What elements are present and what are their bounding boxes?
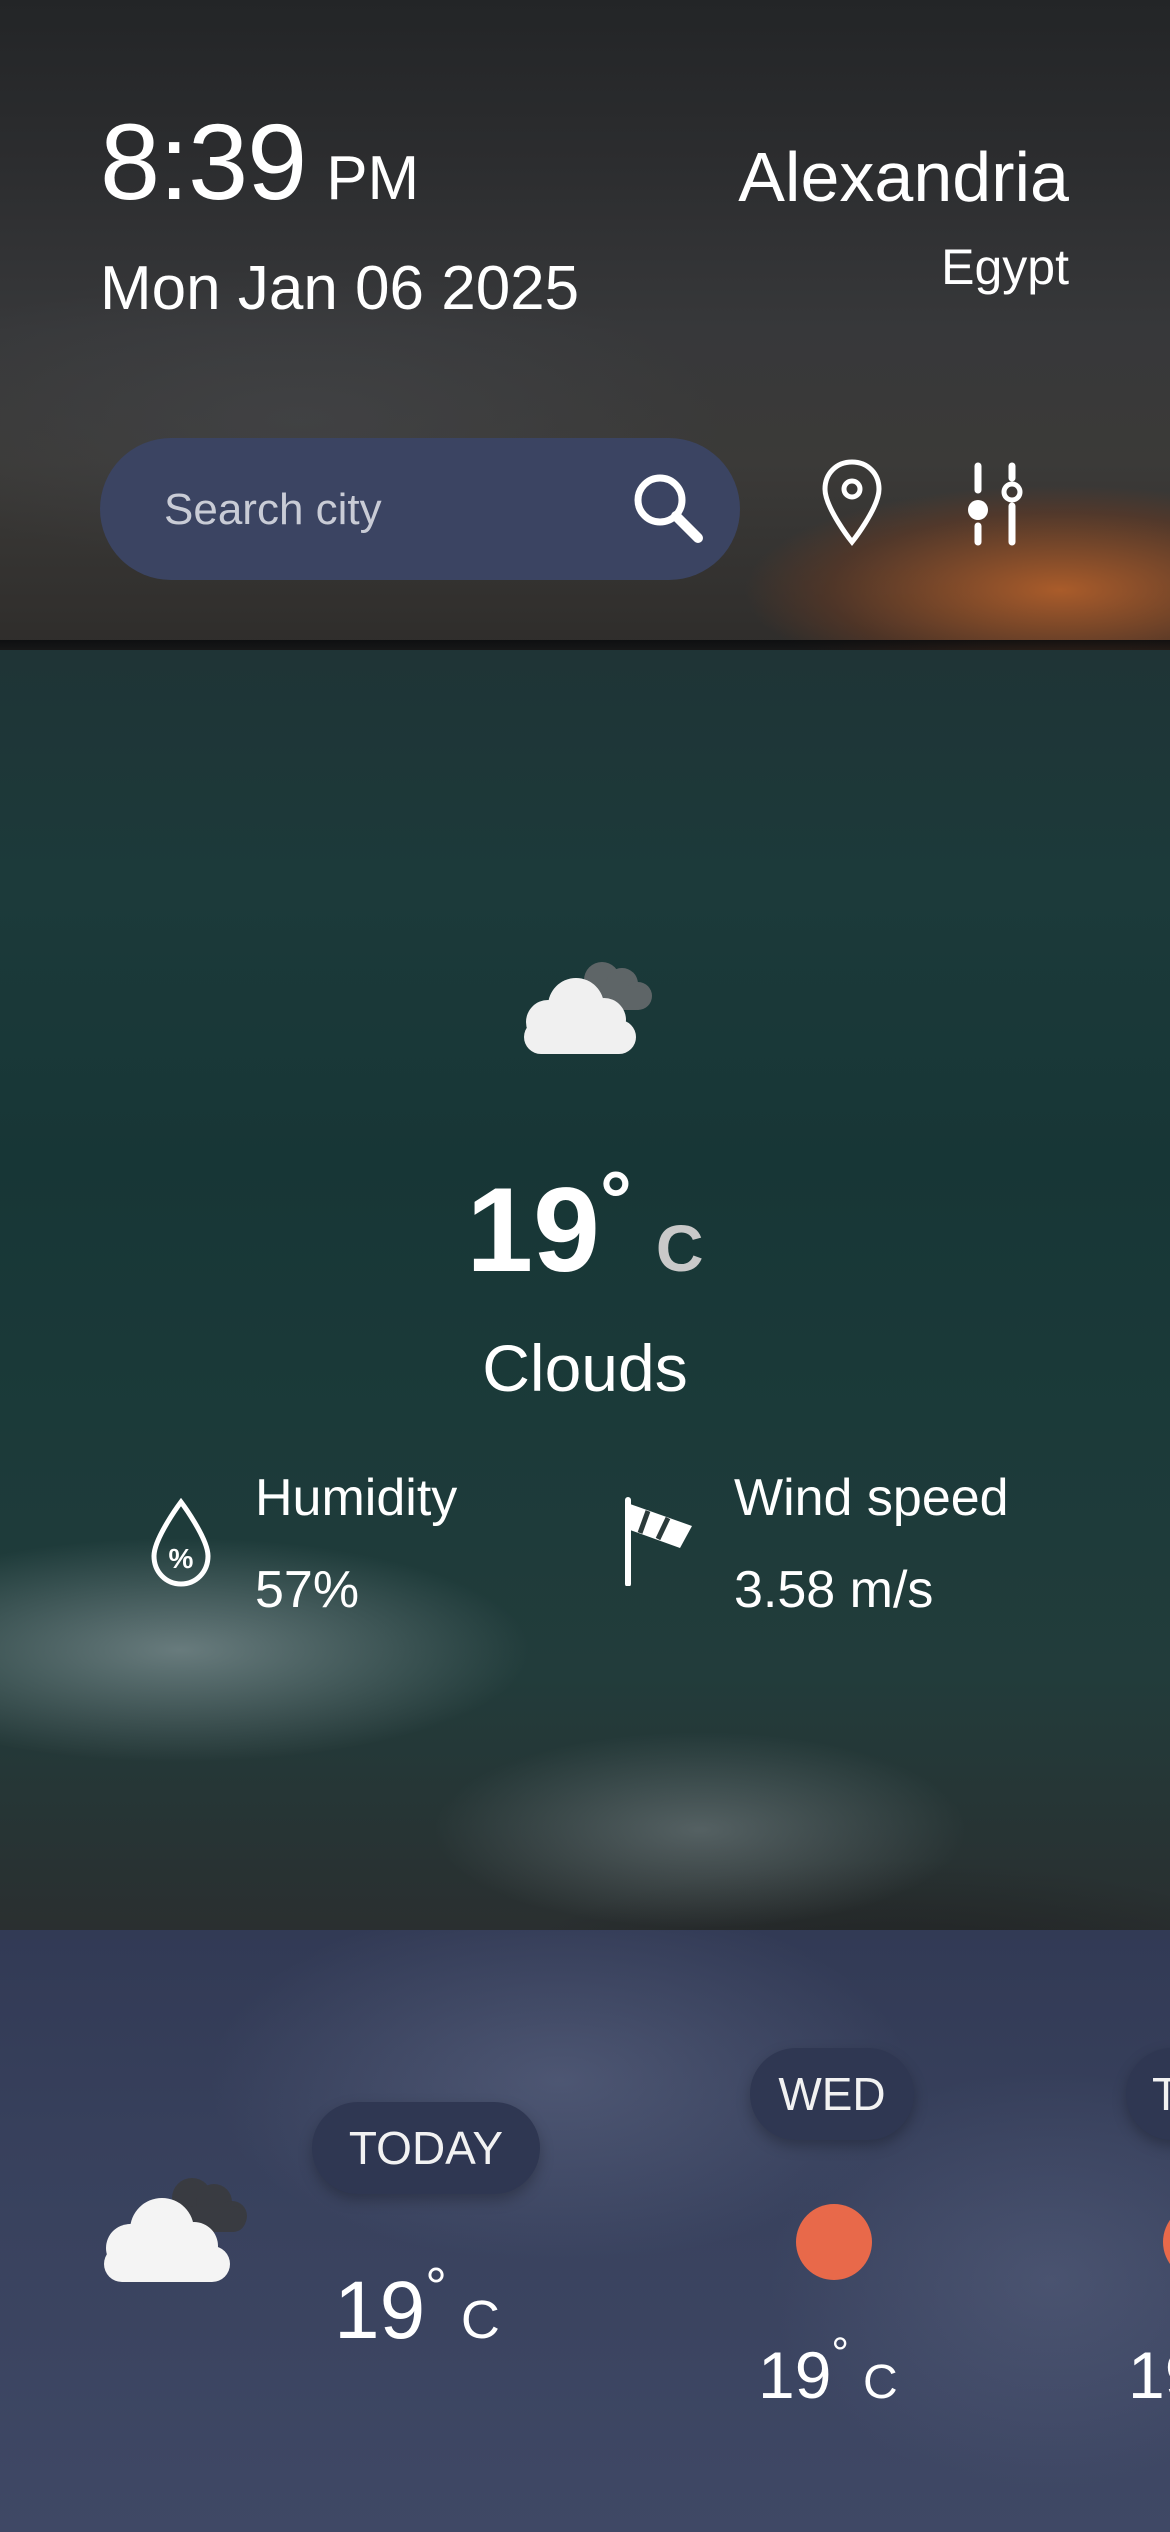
temperature-value: 19 <box>466 1163 600 1297</box>
humidity-drop-icon: % <box>148 1497 214 1588</box>
degree-symbol: ° <box>599 1155 632 1244</box>
forecast-temp-unit: C <box>863 2356 898 2409</box>
forecast-panel: TODAY 19°C WED 19°C T 19 <box>0 1930 1170 2532</box>
wind-speed-value: 3.58 m/s <box>734 1561 934 1619</box>
forecast-temp-value: 19 <box>758 2338 832 2412</box>
search-bar <box>100 438 740 580</box>
humidity-value: 57% <box>255 1561 360 1619</box>
current-date: Mon Jan 06 2025 <box>100 254 580 323</box>
wind-speed-label: Wind speed <box>734 1469 1009 1527</box>
city-name: Alexandria <box>738 138 1069 216</box>
forecast-temp-unit: C <box>460 2290 500 2350</box>
current-temperature: 19°C <box>0 1155 1170 1290</box>
day-label: TODAY <box>312 2102 540 2194</box>
sliders-icon[interactable] <box>960 460 1030 548</box>
search-icon[interactable] <box>628 468 708 548</box>
svg-text:%: % <box>169 1543 194 1574</box>
windsock-icon <box>622 1496 698 1587</box>
am-pm: PM <box>326 144 420 213</box>
temperature-unit: C <box>655 1211 704 1285</box>
location-pin-icon[interactable] <box>820 458 884 548</box>
country-name: Egypt <box>941 239 1069 295</box>
sun-icon <box>796 2204 872 2280</box>
condition-label: Clouds <box>482 1331 688 1405</box>
day-label: WED <box>750 2048 914 2140</box>
forecast-temp-value: 19 <box>1128 2338 1170 2412</box>
search-input[interactable] <box>162 476 606 544</box>
clock-time: 8:39 <box>100 101 307 222</box>
forecast-temp-value: 19 <box>334 2265 426 2356</box>
humidity-label: Humidity <box>255 1469 458 1527</box>
degree-symbol: ° <box>831 2329 850 2378</box>
current-time: 8:39 PM <box>100 108 419 216</box>
cloud-icon <box>88 2168 258 2288</box>
forecast-temperature: 19 <box>1128 2342 1170 2408</box>
forecast-temperature: 19° C <box>758 2332 898 2409</box>
sun-icon <box>1163 2204 1170 2280</box>
day-label: T <box>1126 2048 1170 2140</box>
degree-symbol: ° <box>425 2257 447 2317</box>
cloud-icon <box>510 950 660 1060</box>
forecast-temperature: 19°C <box>334 2260 500 2352</box>
